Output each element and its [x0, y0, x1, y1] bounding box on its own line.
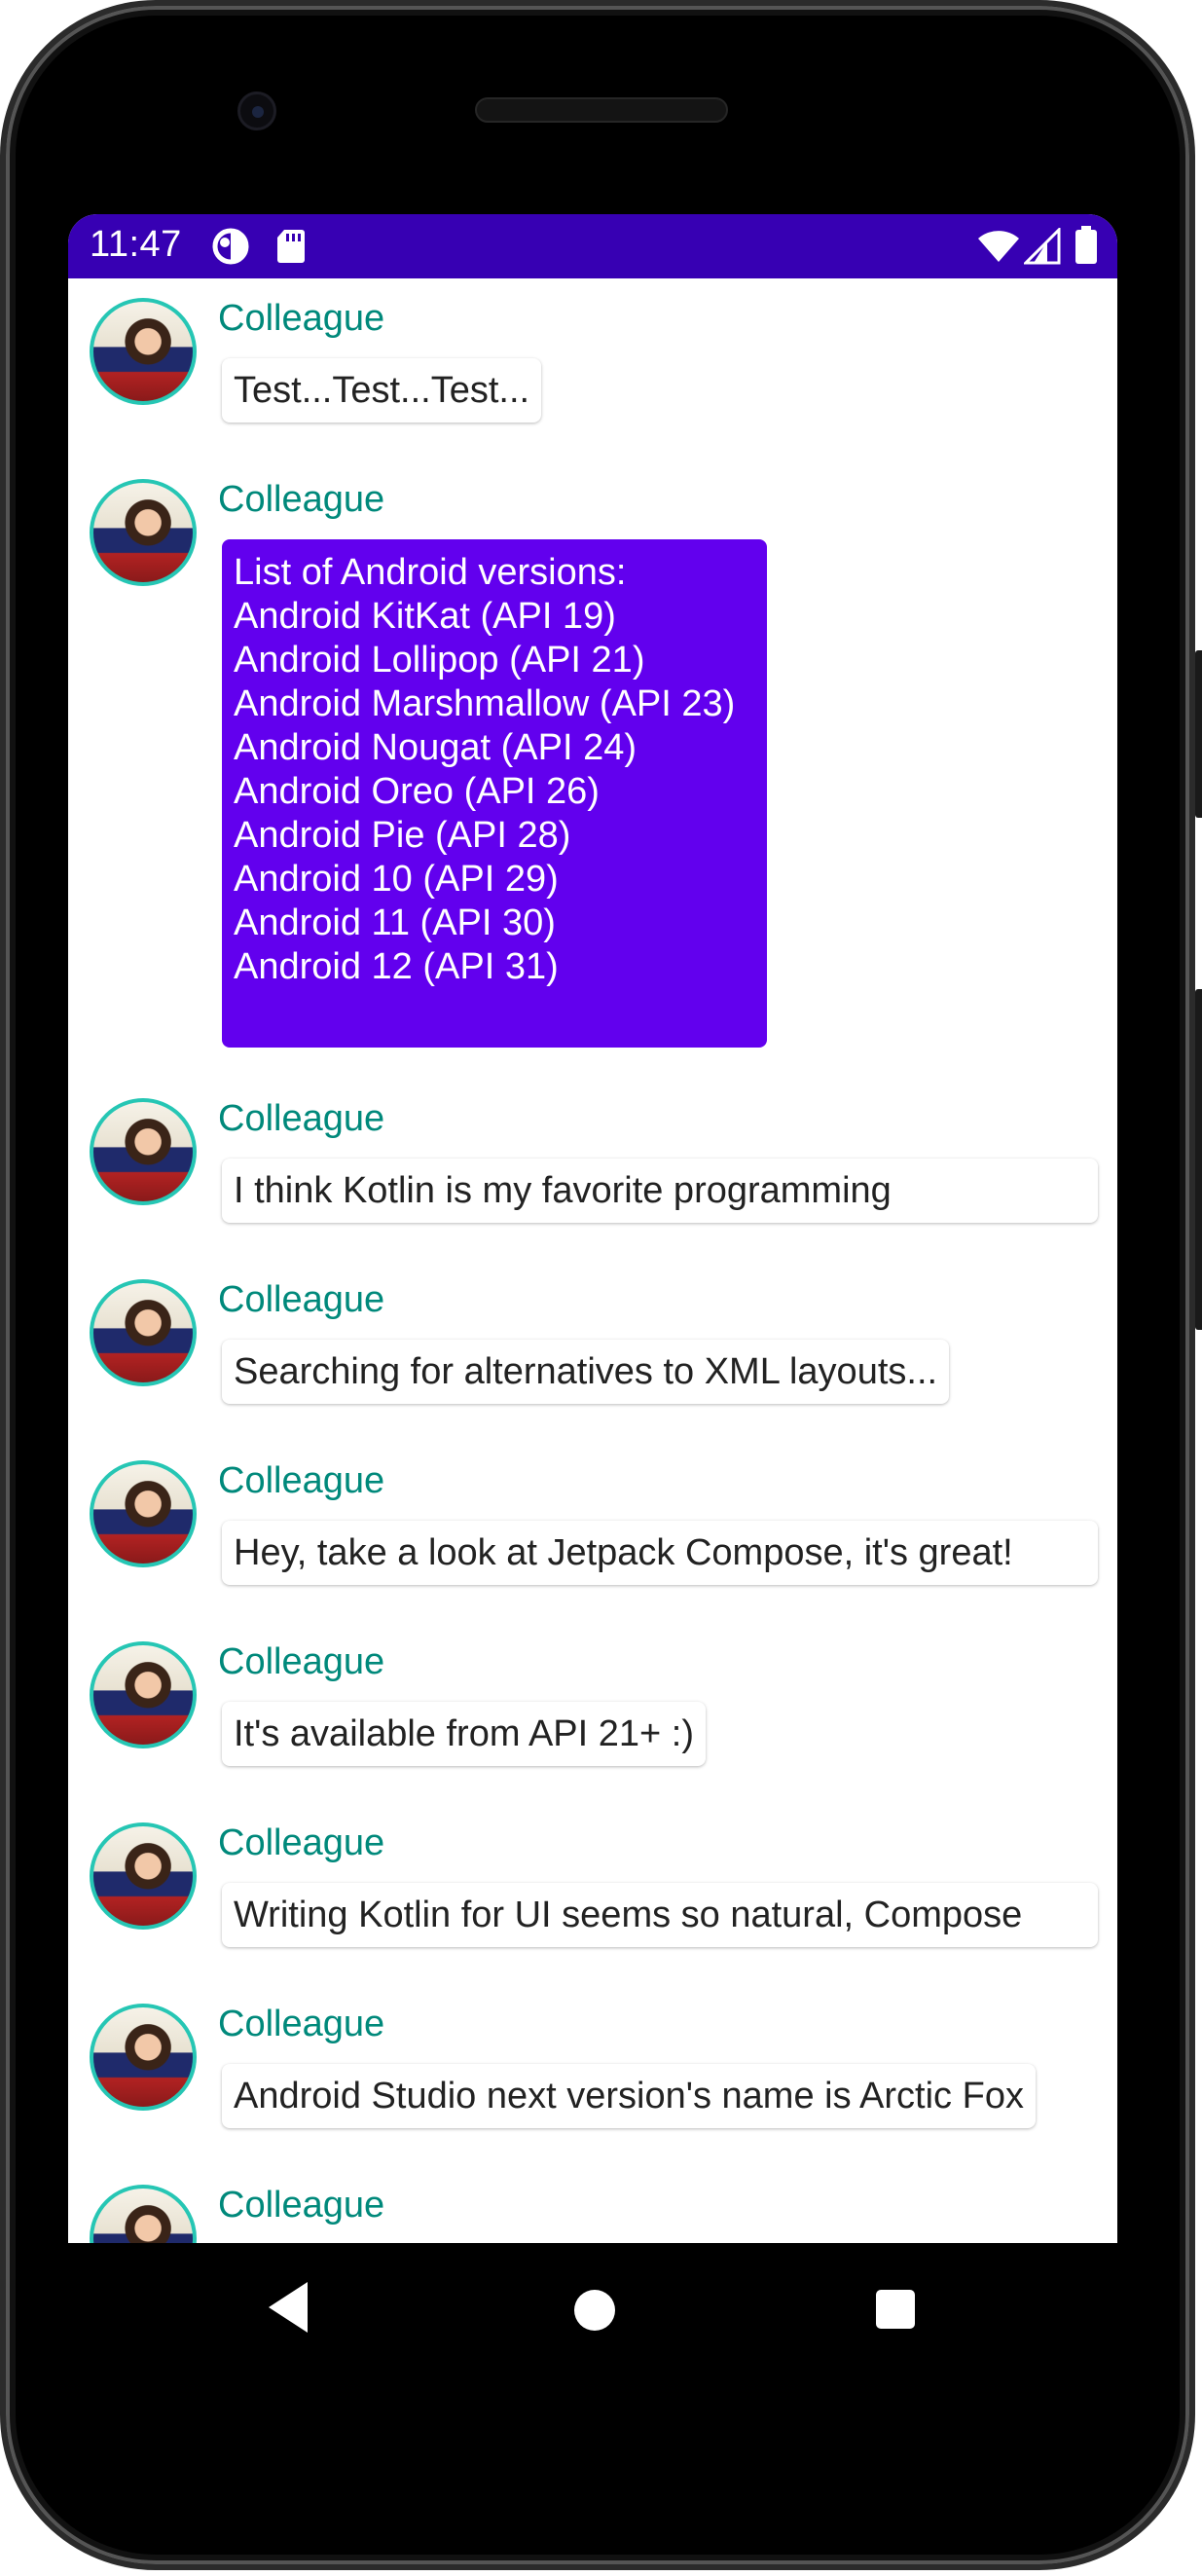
message-author: Colleague: [218, 1279, 385, 1320]
message-line: Android Marshmallow (API 23): [234, 683, 736, 724]
message-bubble[interactable]: Searching for alternatives to XML layout…: [222, 1340, 950, 1404]
message-author: Colleague: [218, 2004, 385, 2044]
app-screen: 11:47 Colleague Test...Test...Test... Co…: [68, 214, 1117, 2243]
home-icon[interactable]: [574, 2290, 615, 2331]
volume-button: [1195, 650, 1202, 818]
status-clock: 11:47: [90, 224, 182, 265]
cell-signal-icon: [1022, 226, 1061, 270]
message-author: Colleague: [218, 1098, 385, 1139]
message-line: Android Oreo (API 26): [234, 771, 600, 812]
message-line: List of Android versions:: [234, 552, 627, 593]
wifi-icon: [977, 230, 1020, 268]
earpiece-speaker: [475, 97, 728, 123]
message-author: Colleague: [218, 479, 385, 520]
author-avatar[interactable]: [90, 2004, 197, 2111]
message-line: Android KitKat (API 19): [234, 596, 616, 637]
message-author: Colleague: [218, 1460, 385, 1501]
sd-card-icon: [276, 228, 306, 270]
message-bubble[interactable]: Android Studio next version's name is Ar…: [222, 2064, 1036, 2128]
message-line: Android Nougat (API 24): [234, 727, 637, 768]
message-line: Android 12 (API 31): [234, 946, 559, 987]
message-bubble[interactable]: It's available from API 21+ :): [222, 1702, 706, 1766]
message-bubble[interactable]: Hey, take a look at Jetpack Compose, it'…: [222, 1521, 1098, 1585]
message-bubble[interactable]: Test...Test...Test...: [222, 358, 542, 423]
power-button: [1195, 989, 1202, 1330]
author-avatar[interactable]: [90, 1098, 197, 1205]
message-line: Android Lollipop (API 21): [234, 640, 645, 681]
message-line: Android 10 (API 29): [234, 859, 559, 900]
message-author: Colleague: [218, 1641, 385, 1682]
author-avatar[interactable]: [90, 1822, 197, 1930]
message-bubble-expanded[interactable]: List of Android versions: Android KitKat…: [222, 539, 767, 1048]
author-avatar[interactable]: [90, 1460, 197, 1567]
message-author: Colleague: [218, 2185, 385, 2226]
author-avatar[interactable]: [90, 1641, 197, 1748]
message-bubble[interactable]: Writing Kotlin for UI seems so natural, …: [222, 1883, 1098, 1947]
author-avatar[interactable]: [90, 1279, 197, 1386]
message-author: Colleague: [218, 1822, 385, 1863]
message-line: Android 11 (API 30): [234, 902, 556, 943]
battery-icon: [1075, 226, 1098, 270]
recents-icon[interactable]: [876, 2290, 915, 2329]
author-avatar[interactable]: [90, 298, 197, 405]
author-avatar[interactable]: [90, 2185, 197, 2243]
front-camera: [237, 92, 276, 130]
message-list[interactable]: Colleague Test...Test...Test... Colleagu…: [68, 278, 1117, 2243]
data-saver-icon: [212, 228, 253, 270]
system-nav-bar: [68, 2243, 1117, 2375]
message-author: Colleague: [218, 298, 385, 339]
status-bar: 11:47: [68, 214, 1117, 278]
message-line: Android Pie (API 28): [234, 815, 571, 856]
author-avatar[interactable]: [90, 479, 197, 586]
back-icon[interactable]: [267, 2280, 310, 2339]
message-bubble[interactable]: I think Kotlin is my favorite programmin…: [222, 1159, 1098, 1223]
